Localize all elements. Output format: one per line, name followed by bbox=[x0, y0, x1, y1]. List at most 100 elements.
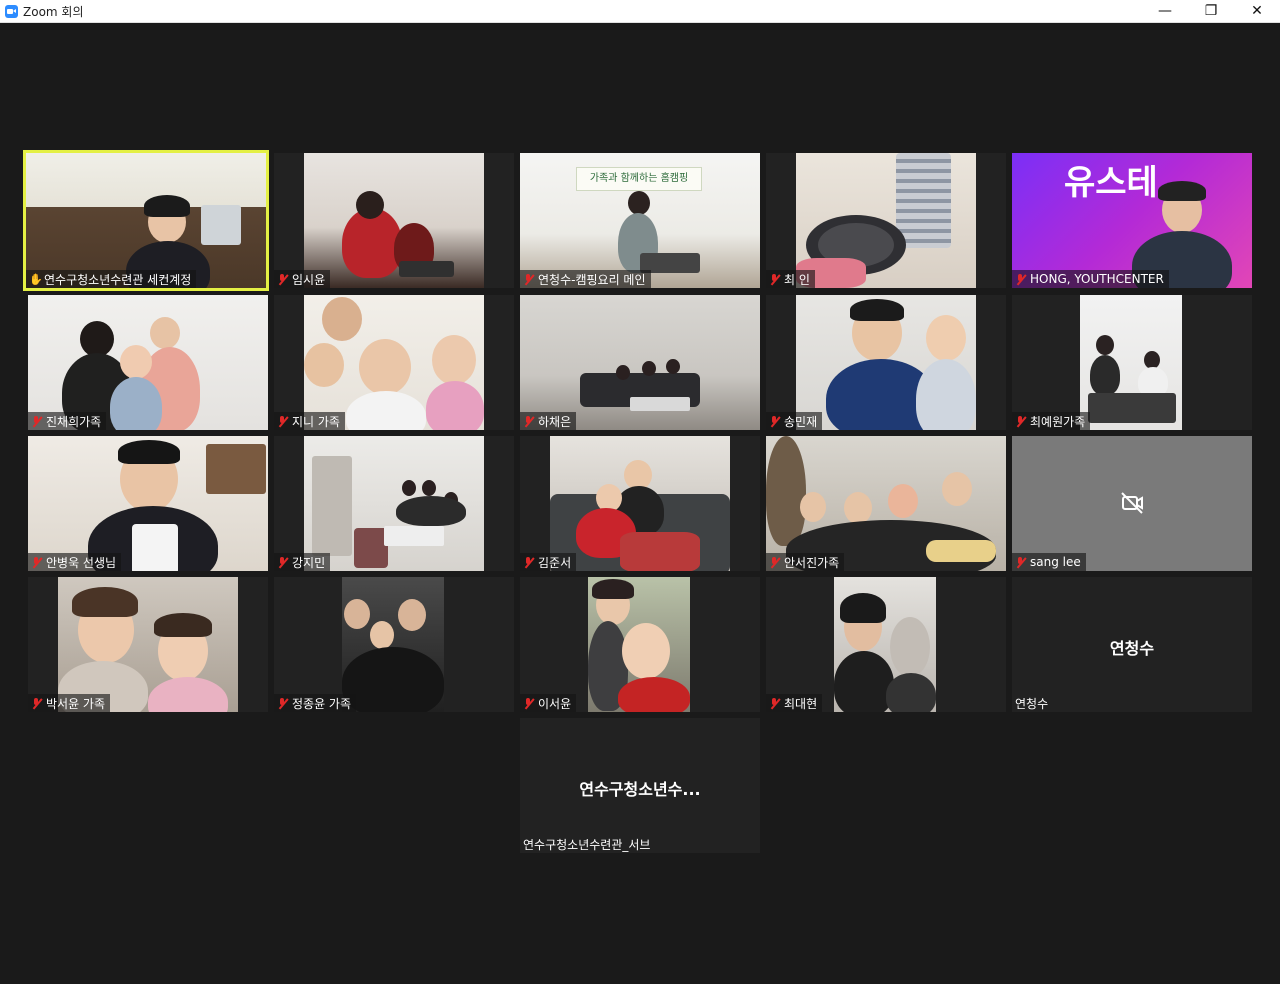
participant-center-name: 연수구청소년수... bbox=[579, 780, 701, 799]
video-feed bbox=[834, 577, 936, 712]
participant-tile[interactable]: 가족과 함께하는 홈캠핑 연청수-캠핑요리 메인 bbox=[520, 153, 760, 288]
participant-tile[interactable]: 유스테 HONG, YOUTHCENTER bbox=[1012, 153, 1252, 288]
participant-name: 이서윤 bbox=[538, 696, 572, 711]
video-feed bbox=[28, 295, 268, 430]
video-feed bbox=[550, 436, 730, 571]
participant-name: 연수구청소년수련관 세컨계정 bbox=[44, 272, 192, 287]
participant-tile[interactable]: 최 인 bbox=[766, 153, 1006, 288]
mic-muted-icon bbox=[31, 697, 42, 710]
participant-center-name: 연청수 bbox=[1109, 639, 1155, 658]
mic-muted-icon bbox=[277, 415, 288, 428]
participant-name-tag: 하채은 bbox=[520, 412, 577, 430]
video-off-icon bbox=[1121, 492, 1143, 514]
participant-name-tag: 연청수 bbox=[1012, 694, 1053, 712]
mic-muted-icon bbox=[1015, 273, 1026, 286]
participant-tile[interactable]: sang lee bbox=[1012, 436, 1252, 571]
participant-name-tag: HONG, YOUTHCENTER bbox=[1012, 270, 1169, 288]
participant-tile[interactable]: 연청수 연청수 bbox=[1012, 577, 1252, 712]
participant-name: 김준서 bbox=[538, 555, 572, 570]
participant-name: sang lee bbox=[1030, 555, 1081, 569]
close-button[interactable]: ✕ bbox=[1234, 0, 1280, 22]
participant-name: 최예원가족 bbox=[1030, 414, 1086, 429]
participant-tile[interactable]: 연수구청소년수... 연수구청소년수련관_서브 bbox=[520, 718, 760, 853]
video-feed: 가족과 함께하는 홈캠핑 bbox=[520, 153, 760, 288]
title-bar: Zoom 회의 — ❐ ✕ bbox=[0, 0, 1280, 23]
mic-muted-icon bbox=[31, 556, 42, 569]
participant-tile[interactable]: 정종윤 가족 bbox=[274, 577, 514, 712]
participant-name-tag: 최 인 bbox=[766, 270, 815, 288]
video-feed bbox=[304, 436, 484, 571]
participant-name-tag: 김준서 bbox=[520, 553, 577, 571]
video-feed bbox=[58, 577, 238, 712]
mic-muted-icon bbox=[277, 273, 288, 286]
participant-name: 최대현 bbox=[784, 696, 818, 711]
video-feed: 유스테 bbox=[1012, 153, 1252, 288]
video-feed bbox=[796, 295, 976, 430]
participant-name: 강지민 bbox=[292, 555, 326, 570]
participant-tile[interactable]: 김준서 bbox=[520, 436, 760, 571]
participant-tile[interactable]: 박서윤 가족 bbox=[28, 577, 268, 712]
participant-name-tag: 송민재 bbox=[766, 412, 823, 430]
participant-name: 송민재 bbox=[784, 414, 818, 429]
mic-muted-icon bbox=[769, 697, 780, 710]
participant-name-tag: 연수구청소년수련관_서브 bbox=[520, 835, 655, 853]
minimize-button[interactable]: — bbox=[1142, 0, 1188, 22]
participant-name-tag: sang lee bbox=[1012, 553, 1086, 571]
zoom-logo-icon bbox=[5, 4, 18, 18]
participant-name-tag: 안병욱 선생님 bbox=[28, 553, 122, 571]
banner: 가족과 함께하는 홈캠핑 bbox=[576, 167, 702, 191]
participant-name: 진채희가족 bbox=[46, 414, 102, 429]
participant-tile[interactable]: 최예원가족 bbox=[1012, 295, 1252, 430]
participant-tile[interactable]: 안서진가족 bbox=[766, 436, 1006, 571]
participant-name: 연청수-캠핑요리 메인 bbox=[538, 272, 646, 287]
participant-name-tag: ✋ 연수구청소년수련관 세컨계정 bbox=[26, 270, 197, 288]
video-feed bbox=[304, 153, 484, 288]
participant-name: 지니 가족 bbox=[292, 414, 340, 429]
participant-tile[interactable]: 최대현 bbox=[766, 577, 1006, 712]
participant-tile[interactable]: 하채은 bbox=[520, 295, 760, 430]
participant-tile[interactable]: 진채희가족 bbox=[28, 295, 268, 430]
mic-muted-icon bbox=[523, 697, 534, 710]
video-feed bbox=[342, 577, 444, 712]
participant-name: 정종윤 가족 bbox=[292, 696, 352, 711]
participant-name-tag: 이서윤 bbox=[520, 694, 577, 712]
participant-name-tag: 지니 가족 bbox=[274, 412, 345, 430]
mic-muted-icon bbox=[277, 697, 288, 710]
mic-muted-icon bbox=[31, 415, 42, 428]
host-icon: ✋ bbox=[29, 272, 43, 286]
participant-tile[interactable]: 강지민 bbox=[274, 436, 514, 571]
window-title: Zoom 회의 bbox=[23, 4, 84, 19]
participant-tile[interactable]: 임시윤 bbox=[274, 153, 514, 288]
participant-tile[interactable]: 지니 가족 bbox=[274, 295, 514, 430]
mic-muted-icon bbox=[523, 415, 534, 428]
video-feed bbox=[26, 153, 266, 288]
participant-name-tag: 임시윤 bbox=[274, 270, 331, 288]
banner: 유스테 bbox=[1064, 163, 1158, 203]
participant-tile[interactable]: 안병욱 선생님 bbox=[28, 436, 268, 571]
participant-name-tag: 박서윤 가족 bbox=[28, 694, 111, 712]
participant-name-tag: 정종윤 가족 bbox=[274, 694, 357, 712]
restore-button[interactable]: ❐ bbox=[1188, 0, 1234, 22]
participant-tile[interactable]: 이서윤 bbox=[520, 577, 760, 712]
video-feed bbox=[28, 436, 268, 571]
mic-muted-icon bbox=[523, 273, 534, 286]
participant-name-tag: 강지민 bbox=[274, 553, 331, 571]
participant-name-tag: 최예원가족 bbox=[1012, 412, 1091, 430]
participant-tile[interactable]: 송민재 bbox=[766, 295, 1006, 430]
participant-name: 박서윤 가족 bbox=[46, 696, 106, 711]
participant-name-tag: 진채희가족 bbox=[28, 412, 107, 430]
mic-muted-icon bbox=[769, 273, 780, 286]
participant-name-tag: 안서진가족 bbox=[766, 553, 845, 571]
video-feed bbox=[796, 153, 976, 288]
video-feed bbox=[588, 577, 690, 712]
participant-tile[interactable]: ✋ 연수구청소년수련관 세컨계정 bbox=[23, 150, 269, 291]
participant-name: 안병욱 선생님 bbox=[46, 555, 117, 570]
participant-name: 최 인 bbox=[784, 272, 810, 287]
video-feed bbox=[520, 295, 760, 430]
mic-muted-icon bbox=[523, 556, 534, 569]
participant-name: 연수구청소년수련관_서브 bbox=[523, 837, 651, 852]
participant-name-tag: 최대현 bbox=[766, 694, 823, 712]
window-controls: — ❐ ✕ bbox=[1142, 0, 1280, 22]
video-feed bbox=[1080, 295, 1182, 430]
participant-name: 임시윤 bbox=[292, 272, 326, 287]
